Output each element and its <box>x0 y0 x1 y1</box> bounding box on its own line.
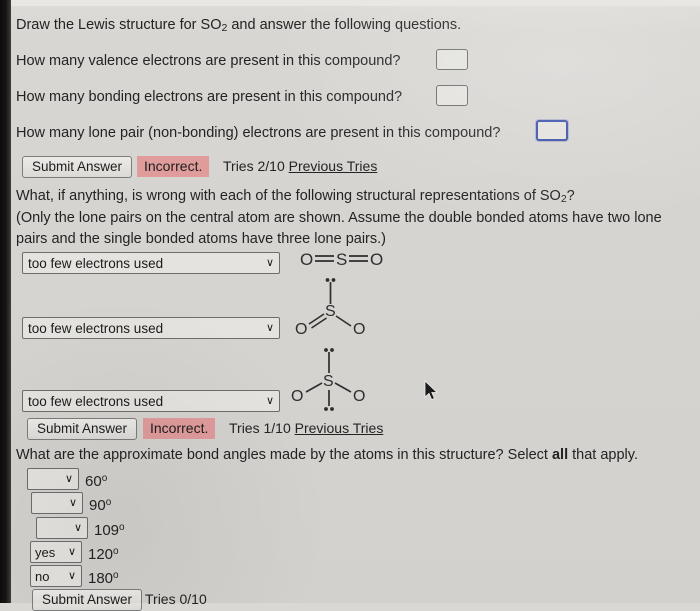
svg-text:O: O <box>291 388 303 405</box>
submit-answer-button-part2[interactable]: Submit Answer <box>27 418 138 440</box>
chevron-down-icon-angle-109: ∨ <box>73 521 83 534</box>
chevron-down-icon-angle-120: ∨ <box>67 545 77 558</box>
lewis-structure-1: O S O <box>296 244 388 274</box>
angle-109-dropdown[interactable]: ∨ <box>36 517 88 539</box>
structure-1-dropdown-value: too few electrons used <box>28 255 164 271</box>
submit-answer-button-part1[interactable]: Submit Answer <box>22 156 133 178</box>
svg-text:S: S <box>336 250 347 269</box>
screen-bezel-left <box>0 0 11 603</box>
svg-text:O: O <box>370 250 383 269</box>
screen-bezel-top <box>11 0 700 6</box>
angle-60-label: 60o <box>85 473 108 490</box>
tries-text-part1: Tries 2/10 Previous Tries <box>223 158 378 174</box>
chevron-down-icon-2: ∨ <box>265 321 275 334</box>
structure-3-dropdown[interactable]: too few electrons used ∨ <box>22 390 280 412</box>
angle-90-dropdown[interactable]: ∨ <box>31 492 83 514</box>
svg-text:O: O <box>300 250 313 269</box>
structure-1-dropdown[interactable]: too few electrons used ∨ <box>22 252 280 274</box>
angle-180-label: 180o <box>88 570 119 587</box>
previous-tries-link-part2[interactable]: Previous Tries <box>295 420 384 436</box>
assignment-content: Draw the Lewis structure for SO2 and ans… <box>11 6 700 611</box>
chevron-down-icon-3: ∨ <box>265 394 275 407</box>
svg-text:O: O <box>295 321 307 338</box>
svg-text:S: S <box>323 373 334 390</box>
chevron-down-icon-angle-60: ∨ <box>64 472 74 485</box>
page-title: Draw the Lewis structure for SO2 and ans… <box>16 17 462 34</box>
lewis-structure-2: S O O <box>289 274 375 340</box>
note-line-1: (Only the lone pairs on the central atom… <box>16 210 662 226</box>
page-background: Draw the Lewis structure for SO2 and ans… <box>0 0 700 611</box>
status-badge-part1: Incorrect. <box>137 156 210 177</box>
angle-120-dropdown[interactable]: yes ∨ <box>30 541 82 563</box>
question-bond-angles-label: What are the approximate bond angles mad… <box>16 447 638 463</box>
submit-answer-button-part3[interactable]: Submit Answer <box>32 589 143 611</box>
svg-text:O: O <box>353 321 365 338</box>
angle-120-dropdown-value: yes <box>35 544 56 560</box>
question-structural-representations-label: What, if anything, is wrong with each of… <box>16 188 575 205</box>
question-valence-electrons-label: How many valence electrons are present i… <box>16 53 401 69</box>
structure-2-dropdown[interactable]: too few electrons used ∨ <box>22 317 280 339</box>
angle-180-dropdown[interactable]: no ∨ <box>30 565 82 587</box>
bonding-electrons-input[interactable] <box>436 85 468 106</box>
previous-tries-link-part1[interactable]: Previous Tries <box>289 158 378 174</box>
structure-2-dropdown-value: too few electrons used <box>28 320 164 336</box>
angle-180-dropdown-value: no <box>35 568 50 584</box>
svg-text:S: S <box>325 303 336 320</box>
chevron-down-icon-angle-180: ∨ <box>67 569 77 582</box>
angle-60-dropdown[interactable]: ∨ <box>27 468 79 490</box>
angle-90-label: 90o <box>89 497 112 514</box>
status-badge-part2: Incorrect. <box>143 418 216 439</box>
question-bonding-electrons-label: How many bonding electrons are present i… <box>16 89 403 105</box>
structure-3-dropdown-value: too few electrons used <box>28 393 164 409</box>
svg-text:O: O <box>353 388 365 405</box>
lewis-structure-3: S O O <box>287 346 375 412</box>
angle-120-label: 120o <box>88 546 119 563</box>
chevron-down-icon-angle-90: ∨ <box>68 496 78 509</box>
tries-text-part3: Tries 0/10 <box>145 591 207 607</box>
question-lone-pair-electrons-label: How many lone pair (non-bonding) electro… <box>16 125 501 141</box>
lone-pair-electrons-input[interactable] <box>536 120 568 141</box>
angle-109-label: 109o <box>94 522 125 539</box>
valence-electrons-input[interactable] <box>436 49 468 70</box>
tries-text-part2: Tries 1/10 Previous Tries <box>229 420 384 436</box>
chevron-down-icon: ∨ <box>265 256 275 269</box>
